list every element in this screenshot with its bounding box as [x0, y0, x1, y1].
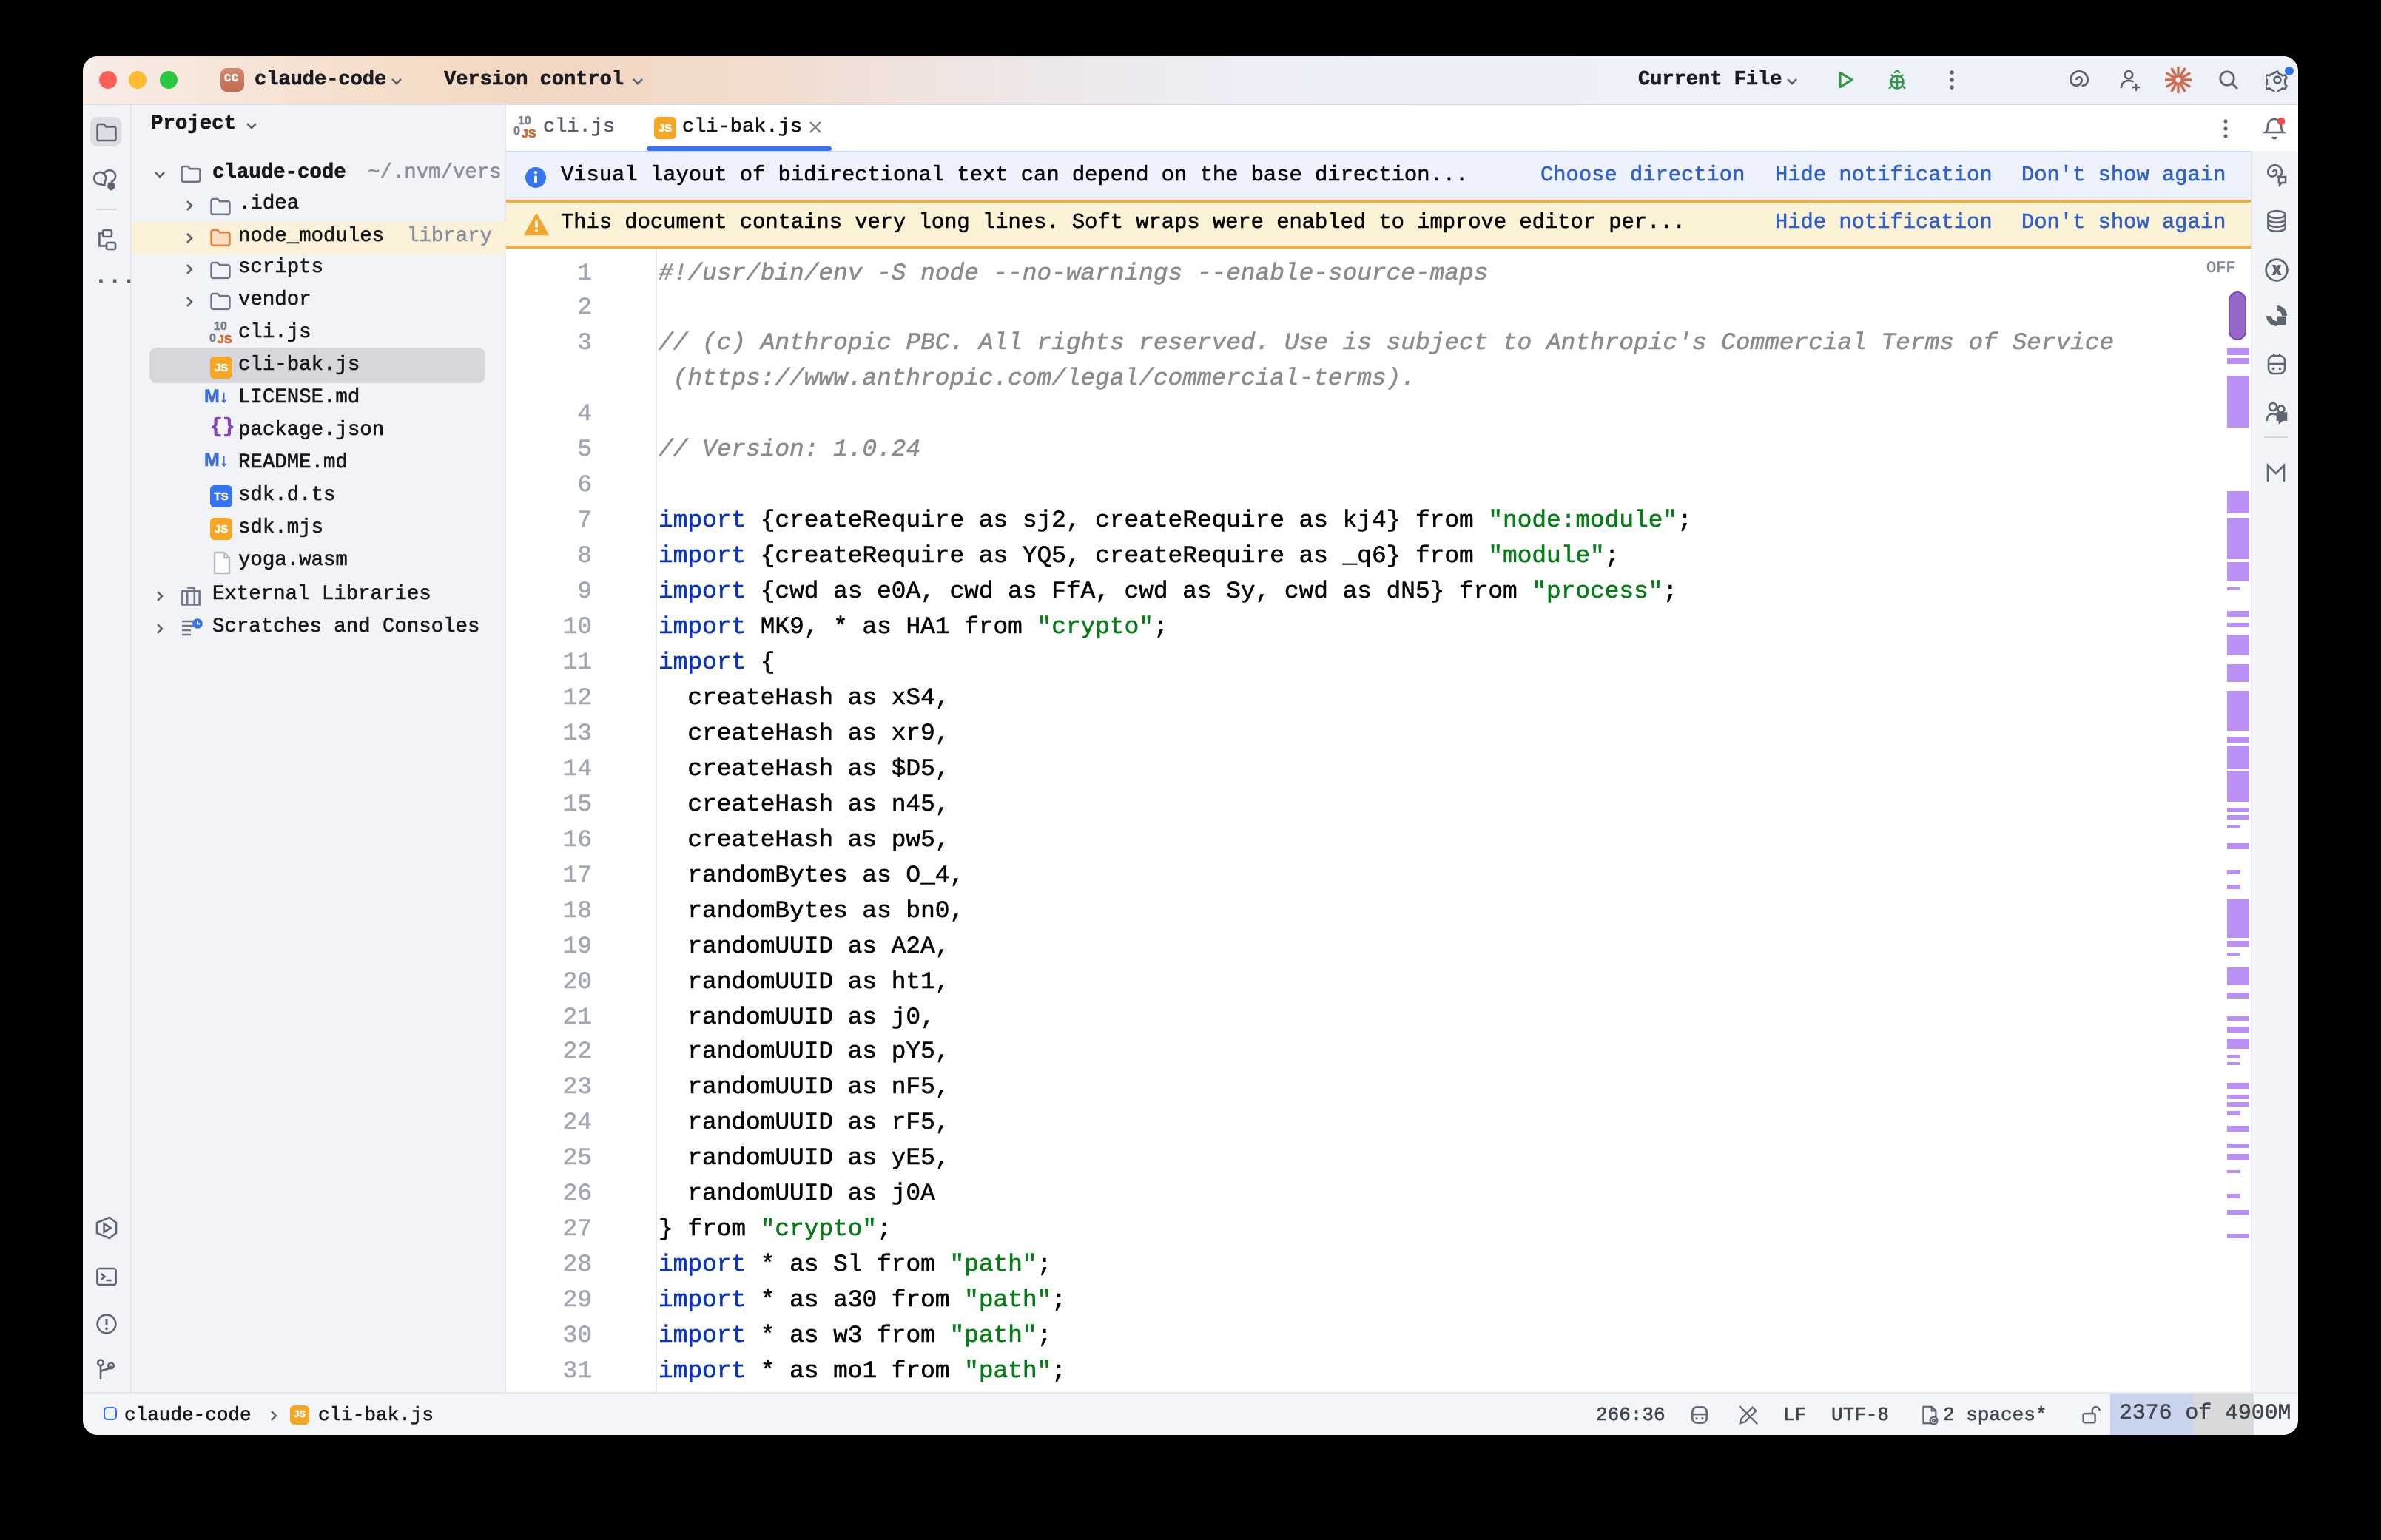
svg-text:?: ?	[109, 183, 114, 192]
